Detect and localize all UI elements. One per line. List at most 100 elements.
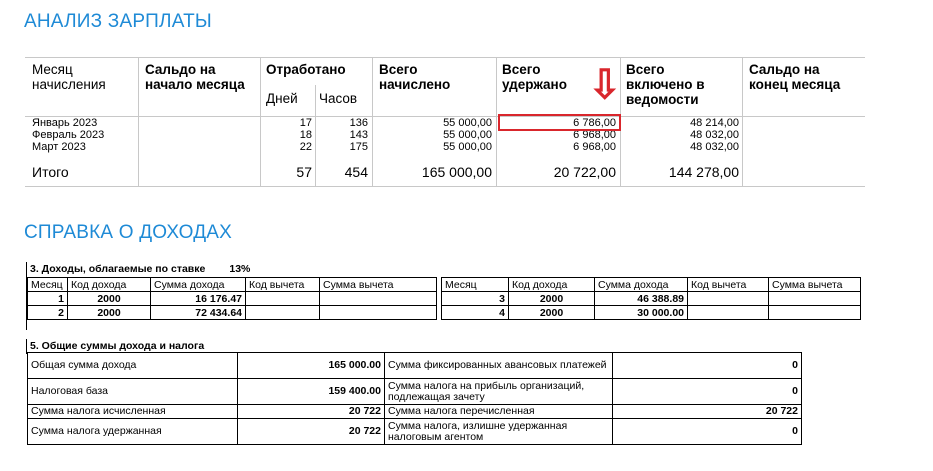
total-accrued: 165 000,00: [421, 164, 492, 180]
row-month: Январь 2023: [32, 117, 98, 129]
row-month: Март 2023: [32, 141, 86, 153]
cell-label: Сумма налога удержанная: [27, 418, 238, 445]
cell-value: 0: [612, 352, 802, 379]
col-income-amount: Сумма дохода: [150, 277, 246, 292]
salary-analysis-table: Месяц начисления Сальдо на начало месяца О…: [25, 57, 865, 187]
header-closing-balance: Сальдо на конец месяца: [749, 62, 841, 92]
col-deduction-amount: Сумма вычета: [319, 277, 437, 292]
cell-value: 159 400.00: [237, 378, 385, 405]
col-deduction-code: Код вычета: [245, 277, 320, 292]
col-income-code: Код дохода: [67, 277, 151, 292]
header-month: Месяц начисления: [32, 62, 106, 92]
cell-code: 2000: [67, 291, 151, 306]
cell-label: Сумма налога перечисленная: [384, 404, 613, 419]
table-header-row: Месяц Код дохода Сумма дохода Код вычета…: [441, 277, 861, 292]
table-row: Сумма налога исчисленная 20 722 Сумма на…: [27, 404, 802, 419]
col-deduction-code: Код вычета: [687, 277, 769, 292]
section5-title: 5. Общие суммы дохода и налога: [30, 340, 205, 352]
table-row: Общая сумма дохода 165 000.00 Сумма фикс…: [27, 352, 802, 379]
table-top-border: [25, 57, 865, 58]
header-worked: Отработано: [266, 62, 346, 77]
col-income-amount: Сумма дохода: [594, 277, 688, 292]
row-hours: 136: [349, 117, 368, 129]
cell-month: 2: [27, 305, 68, 320]
cell-month: 4: [441, 305, 509, 320]
cell-deduction-amount: [319, 305, 437, 320]
cell-value: 20 722: [237, 418, 385, 445]
income-certificate-title: СПРАВКА О ДОХОДАХ: [24, 222, 233, 243]
section3-table-right: Месяц Код дохода Сумма дохода Код вычета…: [441, 277, 861, 320]
cell-code: 2000: [67, 305, 151, 320]
row-payroll: 48 032,00: [690, 141, 739, 153]
cell-label: Сумма налога на прибыль организаций, под…: [384, 378, 613, 405]
cell-deduction-code: [245, 291, 320, 306]
table-bottom-border: [25, 186, 865, 187]
cell-label: Общая сумма дохода: [27, 352, 238, 379]
total-label: Итого: [32, 164, 69, 180]
section3-table-left: Месяц Код дохода Сумма дохода Код вычета…: [27, 277, 437, 320]
row-month: Февраль 2023: [32, 129, 105, 141]
table-header-row: Месяц Код дохода Сумма дохода Код вычета…: [27, 277, 437, 292]
header-hours: Часов: [319, 91, 358, 106]
cell-amount: 30 000.00: [594, 305, 688, 320]
header-days: Дней: [266, 91, 298, 106]
cell-code: 2000: [508, 305, 595, 320]
row-accrued: 55 000,00: [443, 117, 492, 129]
salary-analysis-title: АНАЛИЗ ЗАРПЛАТЫ: [24, 11, 212, 32]
cell-label: Сумма налога исчисленная: [27, 404, 238, 419]
total-days: 57: [296, 164, 312, 180]
cell-deduction-amount: [768, 305, 861, 320]
cell-value: 165 000.00: [237, 352, 385, 379]
row-withheld: 6 968,00: [573, 141, 616, 153]
row-accrued: 55 000,00: [443, 129, 492, 141]
row-payroll: 48 032,00: [690, 129, 739, 141]
table-row: 2 2000 72 434.64: [27, 305, 437, 320]
cell-label: Налоговая база: [27, 378, 238, 405]
cell-label: Сумма налога, излишне удержанная налогов…: [384, 418, 613, 445]
cell-amount: 72 434.64: [150, 305, 246, 320]
col-month: Месяц: [27, 277, 68, 292]
col-divider: [742, 57, 743, 187]
cell-deduction-code: [687, 291, 769, 306]
table-row: 4 2000 30 000.00: [441, 305, 861, 320]
col-deduction-amount: Сумма вычета: [768, 277, 861, 292]
row-days: 22: [299, 141, 312, 153]
row-days: 17: [299, 117, 312, 129]
row-accrued: 55 000,00: [443, 141, 492, 153]
cell-amount: 16 176.47: [150, 291, 246, 306]
table-row: 3 2000 46 388.89: [441, 291, 861, 306]
section3-rate: 13%: [229, 263, 251, 275]
section5-table: Общая сумма дохода 165 000.00 Сумма фикс…: [27, 352, 802, 445]
total-withheld: 20 722,00: [553, 164, 616, 180]
row-days: 18: [299, 129, 312, 141]
row-payroll: 48 214,00: [690, 117, 739, 129]
cell-value: 20 722: [237, 404, 385, 419]
row-hours: 143: [349, 129, 368, 141]
cell-deduction-amount: [319, 291, 437, 306]
table-row: Налоговая база 159 400.00 Сумма налога н…: [27, 378, 802, 405]
cell-code: 2000: [508, 291, 595, 306]
cell-deduction-code: [687, 305, 769, 320]
section3-title: 3. Доходы, облагаемые по ставке 13%: [30, 263, 251, 275]
header-opening-balance: Сальдо на начало месяца: [145, 62, 245, 92]
table-row: 1 2000 16 176.47: [27, 291, 437, 306]
cell-value: 0: [612, 378, 802, 405]
col-divider: [138, 57, 139, 187]
col-month: Месяц: [441, 277, 509, 292]
cell-month: 1: [27, 291, 68, 306]
highlight-box: [498, 114, 621, 131]
down-arrow-icon: ⇩: [588, 63, 622, 107]
cell-month: 3: [441, 291, 509, 306]
header-total-accrued: Всего начислено: [379, 62, 451, 92]
total-payroll: 144 278,00: [668, 164, 739, 180]
cell-amount: 46 388.89: [594, 291, 688, 306]
cell-value: 20 722: [612, 404, 802, 419]
col-income-code: Код дохода: [508, 277, 595, 292]
cell-label: Сумма фиксированных авансовых платежей: [384, 352, 613, 379]
total-hours: 454: [344, 164, 368, 180]
table-row: Сумма налога удержанная 20 722 Сумма нал…: [27, 418, 802, 445]
cell-value: 0: [612, 418, 802, 445]
cell-deduction-amount: [768, 291, 861, 306]
row-hours: 175: [349, 141, 368, 153]
cell-deduction-code: [245, 305, 320, 320]
